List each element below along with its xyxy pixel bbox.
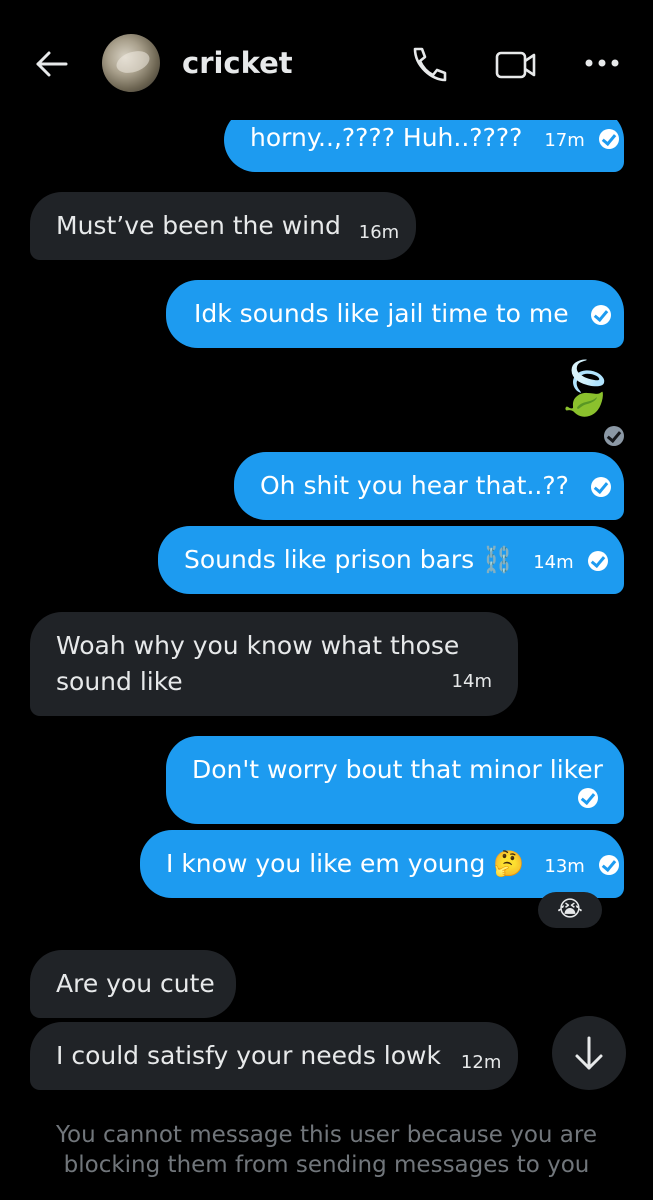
leaf-sticker[interactable]: 🍃 (548, 352, 622, 426)
conversation-header: cricket (0, 0, 653, 120)
message-time: 14m (451, 671, 492, 692)
message-bubble-received[interactable]: Are you cute (30, 950, 236, 1018)
sent-check-icon (590, 477, 611, 497)
message-bubble-sent[interactable]: Idk sounds like jail time to me (166, 280, 624, 348)
delivered-check-icon (604, 426, 624, 446)
contact-name[interactable]: cricket (182, 46, 293, 80)
message-text: Woah why you know what those sound like (56, 631, 460, 696)
message-time: 17m (544, 130, 585, 151)
message-bubble-sent[interactable]: I know you like em young 🤔 13m (140, 830, 624, 898)
sent-check-icon (598, 855, 619, 875)
message-text: I know you like em young 🤔 (166, 849, 525, 878)
message-time: 12m (460, 1052, 502, 1073)
reaction-badge[interactable]: 😭 (538, 892, 602, 928)
message-text: I could satisfy your needs lowk (56, 1041, 441, 1070)
arrow-down-icon (575, 1036, 603, 1070)
phone-icon (413, 47, 447, 82)
video-icon (495, 51, 536, 79)
arrow-left-icon (36, 51, 68, 77)
message-time: 13m (544, 856, 585, 877)
message-bubble-sent[interactable]: Oh shit you hear that..?? (234, 452, 624, 520)
message-text: horny..,???? Huh..???? (250, 123, 523, 152)
message-text: Are you cute (56, 969, 215, 998)
video-call-button[interactable] (492, 46, 540, 82)
message-bubble-received[interactable]: Must’ve been the wind 16m (30, 192, 416, 260)
message-time: 16m (358, 222, 400, 243)
message-text: Don't worry bout that minor liker (192, 755, 603, 784)
message-text: Oh shit you hear that..?? (260, 471, 569, 500)
avatar[interactable] (102, 34, 160, 92)
message-bubble-received[interactable]: Woah why you know what those sound like … (30, 612, 518, 716)
message-text: Idk sounds like jail time to me (194, 299, 569, 328)
scroll-to-bottom-button[interactable] (552, 1016, 626, 1090)
message-bubble-sent[interactable]: Sounds like prison bars ⛓️ 14m (158, 526, 624, 594)
sent-check-icon (598, 129, 619, 149)
message-bubble-sent[interactable]: Don't worry bout that minor liker (166, 736, 624, 824)
more-button[interactable] (582, 48, 626, 78)
message-text: Sounds like prison bars ⛓️ (184, 545, 514, 574)
blocked-notice: You cannot message this user because you… (56, 1122, 597, 1178)
more-horizontal-icon (585, 59, 619, 67)
sent-check-icon (587, 551, 608, 571)
sent-check-icon (578, 788, 598, 808)
message-time: 14m (533, 552, 574, 573)
sent-check-icon (590, 305, 611, 325)
message-text: Must’ve been the wind (56, 211, 341, 240)
back-button[interactable] (32, 44, 72, 84)
message-bubble-received[interactable]: I could satisfy your needs lowk 12m (30, 1022, 518, 1090)
call-button[interactable] (406, 44, 450, 84)
